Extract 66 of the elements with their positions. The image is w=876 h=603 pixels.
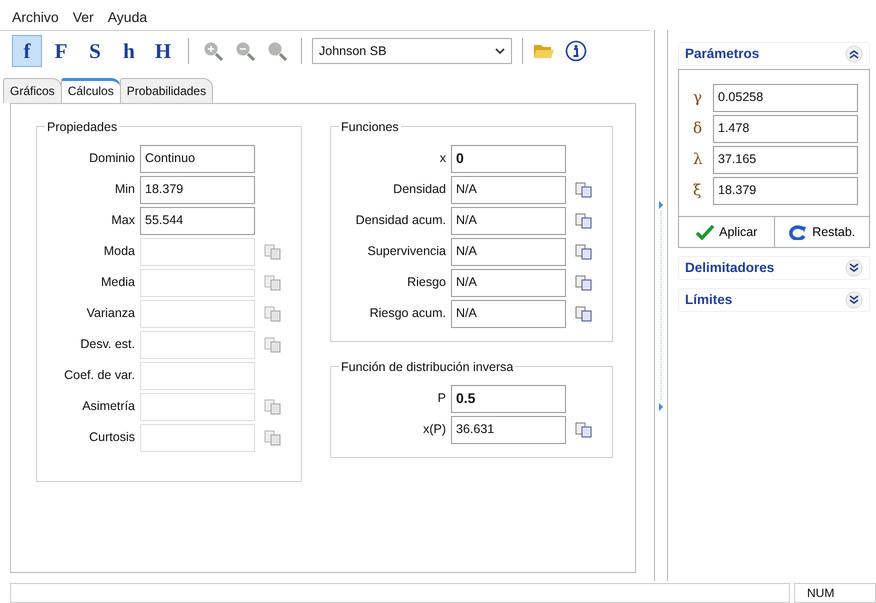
input-field[interactable]: 0 [451, 144, 566, 172]
parameter-symbol: δ [693, 118, 704, 140]
section-header[interactable]: Límites [678, 288, 870, 312]
refresh-icon [788, 224, 808, 240]
input-field[interactable]: N/A [451, 268, 566, 296]
field-label: Densidad acum. [354, 212, 447, 230]
copy-icon[interactable] [575, 244, 593, 260]
input-field[interactable]: 1.478 [713, 114, 858, 142]
collapse-icon[interactable] [845, 45, 863, 63]
field-label: Riesgo acum. [368, 305, 447, 322]
copy-icon[interactable] [575, 212, 593, 228]
parameter-symbol: ξ [693, 180, 702, 202]
field-label: Media [100, 274, 136, 292]
field-label: Max [110, 212, 136, 230]
field-label: Min [114, 181, 136, 198]
parameter-symbol: λ [693, 149, 704, 170]
field-label: Curtosis [88, 429, 136, 446]
mode-button[interactable]: f [12, 35, 42, 67]
parameter-symbol: γ [693, 87, 703, 108]
field-label: Desv. est. [79, 336, 136, 354]
menu-item[interactable]: Ver [72, 7, 94, 28]
input-field[interactable]: N/A [451, 300, 566, 328]
field-label: Asimetría [81, 398, 136, 416]
checkmark-icon [695, 224, 716, 240]
input-field[interactable]: N/A [451, 206, 566, 234]
section-header[interactable]: Parámetros [678, 42, 870, 66]
mode-button[interactable]: S [80, 35, 110, 67]
copy-icon[interactable] [575, 306, 593, 322]
mode-button[interactable]: H [148, 35, 178, 67]
expand-icon[interactable] [845, 259, 863, 277]
field-label: Moda [102, 243, 136, 260]
input-field[interactable]: 18.379 [140, 176, 255, 204]
distribution-dropdown[interactable]: Johnson SB [312, 38, 512, 64]
input-field[interactable]: N/A [451, 176, 566, 204]
copy-icon[interactable] [575, 422, 593, 438]
menu-item[interactable]: Archivo [12, 7, 59, 28]
input-field[interactable]: Continuo [140, 144, 255, 172]
field-label: Densidad [392, 181, 447, 198]
field-label: Varianza [86, 305, 136, 322]
field-label: x [438, 150, 447, 168]
folder-icon[interactable] [533, 42, 555, 60]
field-label: Supervivencia [366, 243, 447, 260]
field-label: x(P) [422, 421, 447, 438]
copy-icon[interactable] [575, 182, 593, 198]
expand-icon[interactable] [845, 291, 863, 309]
tab[interactable]: Probabilidades [120, 78, 214, 103]
menu-item[interactable]: Ayuda [108, 7, 148, 28]
copy-icon[interactable] [575, 274, 593, 290]
field-label: Coef. de var. [63, 367, 136, 384]
tab[interactable]: Gráficos [3, 78, 62, 103]
input-field[interactable]: 37.165 [713, 146, 858, 174]
field-label: P [436, 390, 447, 408]
mode-button[interactable]: F [46, 35, 76, 67]
input-field[interactable]: 0.5 [451, 384, 566, 412]
num-lock-indicator: NUM [794, 583, 876, 603]
input-field[interactable]: 36.631 [451, 416, 566, 444]
field-label: Dominio [88, 150, 136, 168]
input-field[interactable]: 18.379 [713, 176, 858, 204]
input-field[interactable]: N/A [451, 238, 566, 266]
info-icon[interactable] [565, 40, 587, 62]
section-header[interactable]: Delimitadores [678, 256, 870, 280]
mode-button[interactable]: h [114, 35, 144, 67]
field-label: Riesgo [406, 274, 447, 292]
input-field[interactable]: 55.544 [140, 206, 255, 234]
caret-icon [495, 47, 505, 55]
input-field[interactable]: 0.05258 [713, 84, 858, 112]
